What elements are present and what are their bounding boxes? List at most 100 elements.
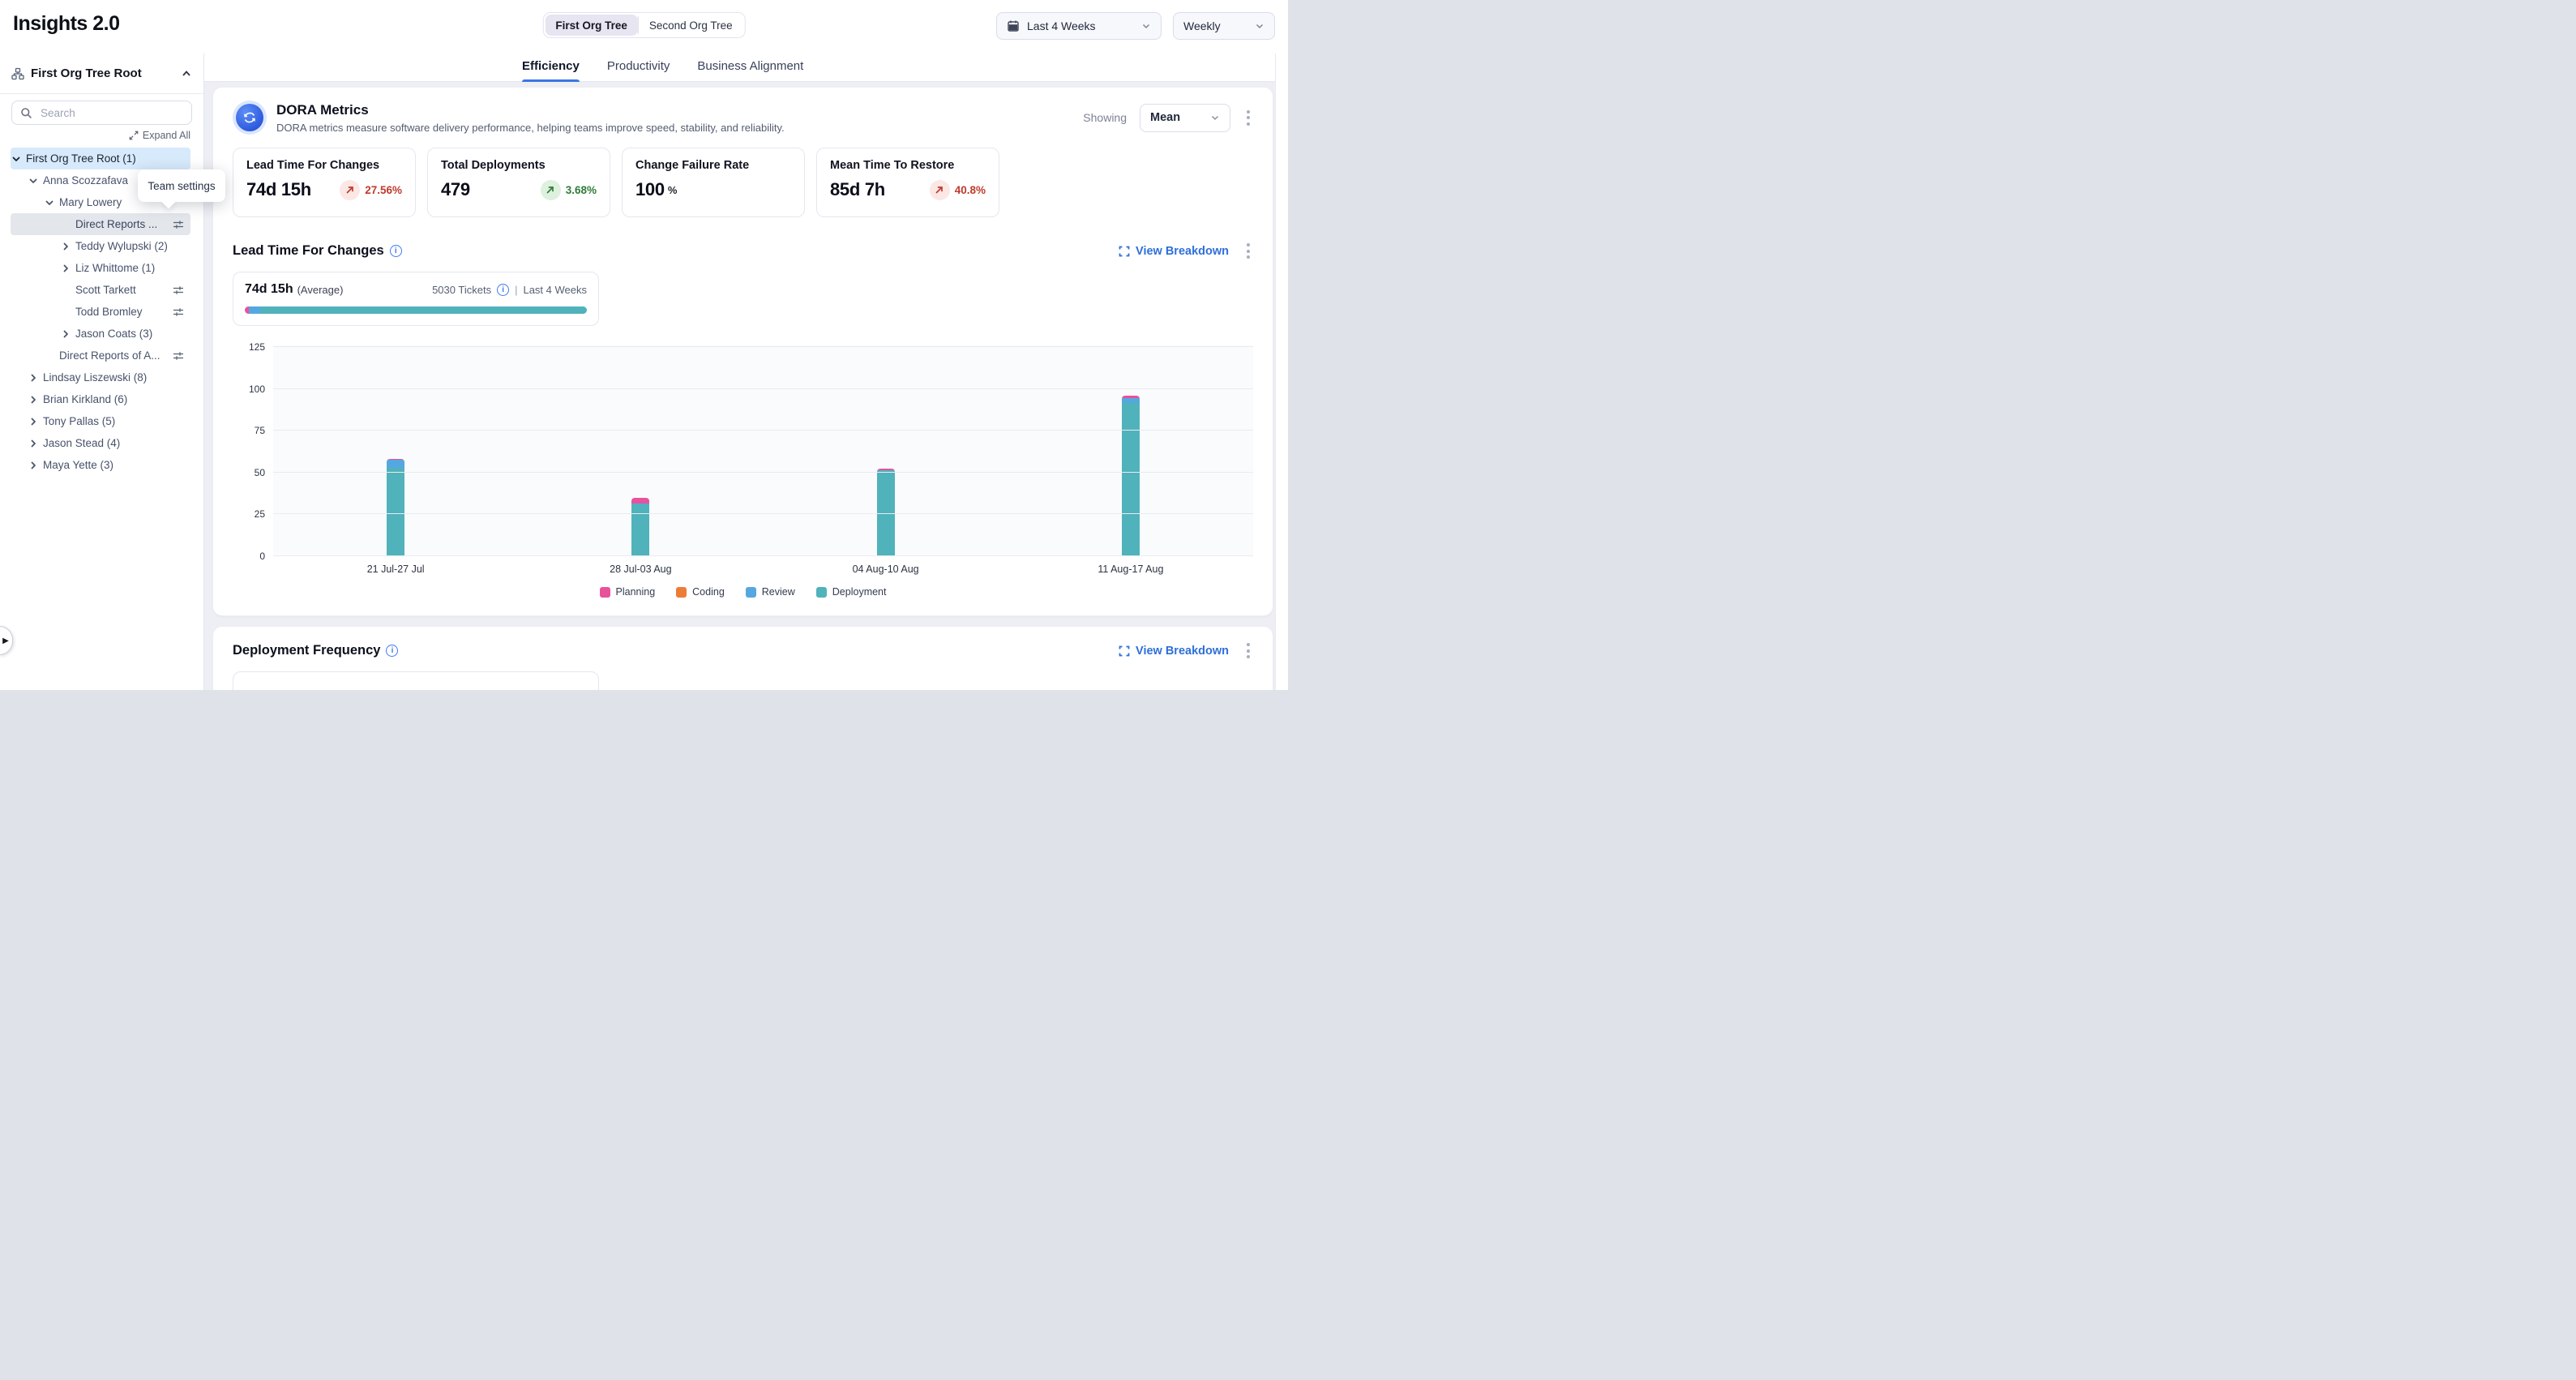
metric-value: 85d 7h [830,179,885,200]
bar-group [764,345,1008,556]
legend-item-review: Review [746,586,795,598]
tree-item[interactable]: Lindsay Liszewski (8) [11,366,190,388]
search-input[interactable] [39,106,186,120]
team-settings-icon[interactable] [173,350,184,362]
tree-item-label: Todd Bromley [75,306,143,318]
team-settings-icon[interactable] [173,306,184,318]
view-breakdown-link[interactable]: View Breakdown [1119,645,1229,658]
tickets-count: 5030 Tickets [432,284,491,296]
chart-legend: PlanningCodingReviewDeployment [233,586,1253,598]
chevron-down-icon[interactable] [11,153,22,165]
chevron-down-icon [1210,113,1220,122]
team-settings-icon[interactable] [173,285,184,296]
lead-time-title: Lead Time For Changes [233,243,384,259]
date-range-select[interactable]: Last 4 Weeks [996,12,1162,40]
expand-all-button[interactable]: Expand All [129,130,190,141]
tab-business-alignment[interactable]: Business Alignment [697,59,803,81]
stacked-bar[interactable] [877,469,895,556]
trend-arrow-icon [930,180,950,200]
tree-item[interactable]: Liz Whittome (1) [11,257,190,279]
bar-segment-deployment [387,468,404,556]
metric-card-title: Lead Time For Changes [246,159,402,172]
average-summary-box: 74d 15h (Average) 5030 Tickets i | Last … [233,272,599,326]
chevron-right-icon[interactable] [28,460,39,471]
metric-card-value-row: 85d 7h40.8% [830,179,986,200]
page-scrollbar[interactable] [1275,54,1288,690]
org-toggle-option-first[interactable]: First Org Tree [545,15,638,36]
bar-segment-review [387,460,404,467]
info-icon[interactable]: i [390,245,402,257]
deployment-menu-button[interactable] [1243,640,1253,662]
tree-item[interactable]: Tony Pallas (5) [11,410,190,432]
deployment-frequency-title: Deployment Frequency [233,643,380,658]
chevron-down-icon[interactable] [28,175,39,186]
tree-item-label: Scott Tarkett [75,284,136,296]
gridline [273,555,1253,556]
chevron-right-icon[interactable] [28,416,39,427]
chevron-right-icon[interactable] [28,394,39,405]
insights-app: Insights 2.0 First Org TreeSecond Org Tr… [0,0,1288,690]
dora-icon [233,101,267,135]
metric-unit: % [668,184,678,196]
app-title: Insights 2.0 [13,12,120,36]
tree-item[interactable]: Brian Kirkland (6) [11,388,190,410]
tree-item[interactable]: Scott Tarkett [11,279,190,301]
main-content: Efficiency Productivity Business Alignment… [204,54,1288,690]
org-toggle-option-second[interactable]: Second Org Tree [639,15,743,36]
stacked-bar[interactable] [387,459,404,556]
lead-time-menu-button[interactable] [1243,240,1253,262]
gridline [273,513,1253,514]
search-icon [20,107,32,119]
gridline [273,472,1253,473]
tree-item-label: First Org Tree Root (1) [26,152,136,165]
stacked-bar[interactable] [631,498,649,556]
view-breakdown-link[interactable]: View Breakdown [1119,245,1229,258]
tree-item[interactable]: Todd Bromley [11,301,190,323]
dora-title: DORA Metrics [276,102,785,118]
y-tick-label: 50 [255,467,265,478]
chevron-right-icon[interactable] [60,241,71,252]
chevron-right-icon[interactable] [60,263,71,274]
info-icon[interactable]: i [497,284,509,296]
granularity-select[interactable]: Weekly [1173,12,1275,40]
tree-item[interactable]: Direct Reports ... [11,213,190,235]
calendar-icon [1007,19,1020,32]
team-settings-icon[interactable] [173,219,184,230]
tab-efficiency[interactable]: Efficiency [522,59,580,81]
phase-segment-review [249,306,260,314]
aggregation-select[interactable]: Mean [1140,104,1230,132]
average-label: (Average) [297,284,344,296]
dora-menu-button[interactable] [1243,107,1253,129]
chevron-right-icon[interactable] [28,372,39,384]
x-tick-label: 04 Aug-10 Aug [764,564,1008,575]
tab-productivity[interactable]: Productivity [607,59,670,81]
tree-item-label: Teddy Wylupski (2) [75,240,168,252]
tree-item[interactable]: Jason Stead (4) [11,432,190,454]
phase-distribution-bar [245,306,587,314]
chevron-right-icon[interactable] [60,328,71,340]
showing-label: Showing [1083,111,1127,124]
search-box[interactable] [11,101,192,125]
metric-card-title: Total Deployments [441,159,597,172]
chevron-down-icon[interactable] [44,197,55,208]
tree-item-label: Direct Reports ... [75,218,157,230]
tree-item-label: Brian Kirkland (6) [43,393,127,405]
stacked-bar[interactable] [1122,396,1140,556]
trend-arrow-icon [340,180,360,200]
expand-view-icon [1119,246,1130,257]
tree-item[interactable]: Direct Reports of A... [11,345,190,366]
chevron-down-icon [1255,21,1264,31]
tree-item-label: Mary Lowery [59,196,122,208]
x-tick-label: 11 Aug-17 Aug [1008,564,1253,575]
collapse-panel-icon[interactable] [181,68,192,79]
legend-swatch [746,587,756,598]
dora-subtitle: DORA metrics measure software delivery p… [276,122,785,134]
legend-item-deployment: Deployment [816,586,887,598]
info-icon[interactable]: i [386,645,398,657]
org-tree-icon [11,67,24,80]
tree-item[interactable]: First Org Tree Root (1) [11,148,190,169]
tree-item[interactable]: Teddy Wylupski (2) [11,235,190,257]
tree-item[interactable]: Maya Yette (3) [11,454,190,476]
tree-item[interactable]: Jason Coats (3) [11,323,190,345]
chevron-right-icon[interactable] [28,438,39,449]
